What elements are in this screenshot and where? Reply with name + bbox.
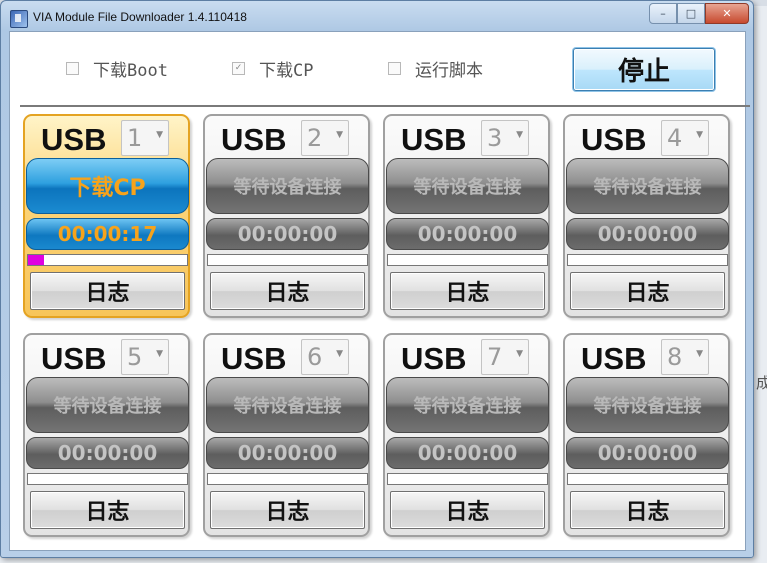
port-name: USB — [221, 341, 287, 376]
port-name: USB — [401, 122, 467, 157]
port-timer: 00:00:00 — [386, 437, 549, 469]
log-button[interactable]: 日志 — [570, 491, 725, 529]
progress-bar — [567, 473, 728, 485]
progress-fill — [28, 255, 44, 265]
dropdown-arrow-icon: ▼ — [156, 349, 163, 359]
window-controls: – □ ✕ — [649, 3, 749, 24]
dropdown-arrow-icon: ▼ — [336, 130, 343, 140]
dropdown-arrow-icon: ▼ — [696, 349, 703, 359]
close-button[interactable]: ✕ — [705, 3, 749, 24]
port-number: 1 — [127, 124, 143, 152]
log-button[interactable]: 日志 — [30, 491, 185, 529]
port-timer: 00:00:00 — [566, 437, 729, 469]
port-number: 8 — [667, 343, 683, 371]
port-timer: 00:00:17 — [26, 218, 189, 250]
port-status: 等待设备连接 — [566, 377, 729, 433]
port-timer: 00:00:00 — [26, 437, 189, 469]
port-status: 下载CP — [26, 158, 189, 214]
port-number-select[interactable]: 2 ▼ — [301, 120, 349, 156]
port-name: USB — [401, 341, 467, 376]
window-title: VIA Module File Downloader 1.4.110418 — [33, 10, 247, 24]
port-timer: 00:00:00 — [566, 218, 729, 250]
log-button[interactable]: 日志 — [390, 491, 545, 529]
port-name: USB — [581, 341, 647, 376]
download-boot-label: 下载Boot — [93, 61, 168, 81]
progress-bar — [27, 473, 188, 485]
minimize-button[interactable]: – — [649, 3, 677, 24]
dropdown-arrow-icon: ▼ — [516, 130, 523, 140]
download-cp-label: 下载CP — [259, 61, 314, 81]
log-button[interactable]: 日志 — [570, 272, 725, 310]
log-button[interactable]: 日志 — [210, 272, 365, 310]
port-number: 4 — [667, 124, 683, 152]
progress-bar — [567, 254, 728, 266]
progress-bar — [387, 473, 548, 485]
dropdown-arrow-icon: ▼ — [696, 130, 703, 140]
port-number: 5 — [127, 343, 143, 371]
port-number: 6 — [307, 343, 323, 371]
run-script-checkbox[interactable] — [388, 62, 401, 75]
port-name: USB — [41, 341, 107, 376]
usb-port-panel: USB 1 ▼ 下载CP 00:00:17 日志 — [23, 114, 190, 318]
port-number-select[interactable]: 4 ▼ — [661, 120, 709, 156]
stop-button[interactable]: 停止 — [573, 48, 715, 91]
usb-port-panel: USB 5 ▼ 等待设备连接 00:00:00 日志 — [23, 333, 190, 537]
port-timer: 00:00:00 — [386, 218, 549, 250]
download-boot-checkbox[interactable] — [66, 62, 79, 75]
port-number-select[interactable]: 5 ▼ — [121, 339, 169, 375]
port-number-select[interactable]: 8 ▼ — [661, 339, 709, 375]
main-panel: 下载Boot ✓ 下载CP 运行脚本 停止 USB 1 ▼ 下载CP 00:00:17 日… — [9, 31, 750, 551]
usb-port-panel: USB 2 ▼ 等待设备连接 00:00:00 日志 — [203, 114, 370, 318]
run-script-option[interactable]: 运行脚本 — [388, 56, 483, 81]
port-number-select[interactable]: 7 ▼ — [481, 339, 529, 375]
progress-bar — [27, 254, 188, 266]
usb-port-panel: USB 8 ▼ 等待设备连接 00:00:00 日志 — [563, 333, 730, 537]
run-script-label: 运行脚本 — [415, 61, 483, 81]
port-status: 等待设备连接 — [386, 158, 549, 214]
port-number-select[interactable]: 6 ▼ — [301, 339, 349, 375]
port-name: USB — [41, 122, 107, 157]
port-status: 等待设备连接 — [386, 377, 549, 433]
port-number-select[interactable]: 3 ▼ — [481, 120, 529, 156]
maximize-button[interactable]: □ — [677, 3, 705, 24]
port-timer: 00:00:00 — [206, 437, 369, 469]
download-cp-option[interactable]: ✓ 下载CP — [232, 56, 313, 81]
dropdown-arrow-icon: ▼ — [156, 130, 163, 140]
app-window: VIA Module File Downloader 1.4.110418 – … — [0, 0, 754, 558]
separator — [20, 105, 750, 107]
log-button[interactable]: 日志 — [210, 491, 365, 529]
log-button[interactable]: 日志 — [30, 272, 185, 310]
port-status: 等待设备连接 — [206, 377, 369, 433]
port-number-select[interactable]: 1 ▼ — [121, 120, 169, 156]
progress-bar — [207, 473, 368, 485]
progress-bar — [387, 254, 548, 266]
port-number: 3 — [487, 124, 503, 152]
port-number: 7 — [487, 343, 503, 371]
download-cp-checkbox[interactable]: ✓ — [232, 62, 245, 75]
usb-port-panel: USB 6 ▼ 等待设备连接 00:00:00 日志 — [203, 333, 370, 537]
port-number: 2 — [307, 124, 323, 152]
dropdown-arrow-icon: ▼ — [336, 349, 343, 359]
port-status: 等待设备连接 — [26, 377, 189, 433]
download-boot-option[interactable]: 下载Boot — [66, 56, 168, 81]
progress-bar — [207, 254, 368, 266]
usb-port-panel: USB 3 ▼ 等待设备连接 00:00:00 日志 — [383, 114, 550, 318]
usb-port-panel: USB 4 ▼ 等待设备连接 00:00:00 日志 — [563, 114, 730, 318]
log-button[interactable]: 日志 — [390, 272, 545, 310]
port-status: 等待设备连接 — [566, 158, 729, 214]
port-name: USB — [221, 122, 287, 157]
usb-port-panel: USB 7 ▼ 等待设备连接 00:00:00 日志 — [383, 333, 550, 537]
app-icon — [10, 10, 28, 28]
port-status: 等待设备连接 — [206, 158, 369, 214]
toolbar: 下载Boot ✓ 下载CP 运行脚本 停止 — [10, 32, 745, 104]
port-timer: 00:00:00 — [206, 218, 369, 250]
dropdown-arrow-icon: ▼ — [516, 349, 523, 359]
background-window-text: 成 — [756, 374, 767, 392]
title-bar[interactable]: VIA Module File Downloader 1.4.110418 – … — [1, 1, 753, 33]
port-name: USB — [581, 122, 647, 157]
